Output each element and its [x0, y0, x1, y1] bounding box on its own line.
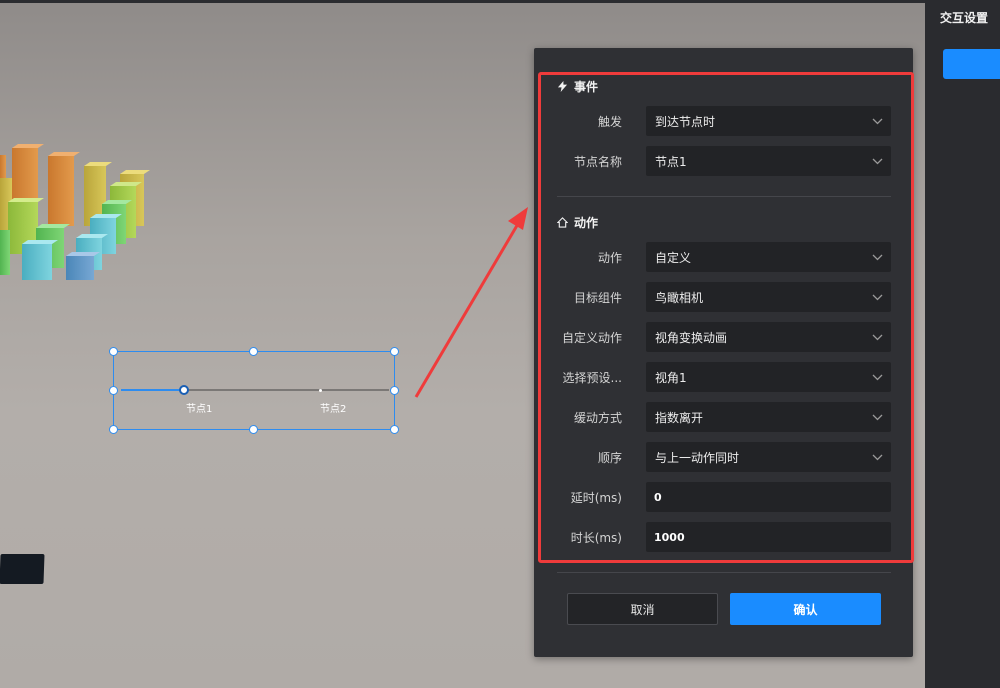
interaction-dialog: 事件 触发 到达节点时 节点名称 节点1 动作 动作 自定义 目标组件 鸟瞰相机… [534, 48, 914, 657]
target-component-select[interactable]: 鸟瞰相机 [646, 282, 891, 312]
section-divider [557, 196, 891, 197]
panel-title: 交互设置 [940, 11, 989, 25]
node-name-value: 节点1 [655, 154, 687, 169]
resize-handle-bottom-right[interactable] [390, 425, 399, 434]
trigger-value: 到达节点时 [655, 114, 716, 129]
top-border [0, 0, 925, 3]
order-select[interactable]: 与上一动作同时 [646, 442, 891, 472]
resize-handle-right[interactable] [390, 386, 399, 395]
easing-select[interactable]: 指数离开 [646, 402, 891, 432]
preset-select[interactable]: 视角1 [646, 362, 891, 392]
resize-handle-top-right[interactable] [390, 347, 399, 356]
timeline-node-1-label: 节点1 [186, 404, 213, 415]
node-name-select[interactable]: 节点1 [646, 146, 891, 176]
target-component-value: 鸟瞰相机 [655, 290, 704, 305]
dark-panel-object [0, 554, 45, 584]
chevron-down-icon [863, 454, 891, 461]
timeline-node-1-marker[interactable] [179, 385, 189, 395]
custom-action-label: 自定义动作 [561, 331, 622, 345]
lightning-icon [557, 81, 568, 92]
trigger-select[interactable]: 到达节点时 [646, 106, 891, 136]
resize-handle-left[interactable] [109, 386, 118, 395]
bar-model-graphic [0, 144, 150, 280]
order-label: 顺序 [597, 451, 622, 465]
event-section-title: 事件 [557, 78, 598, 95]
timeline-node-2-label: 节点2 [320, 404, 347, 415]
resize-handle-top-left[interactable] [109, 347, 118, 356]
confirm-button[interactable]: 确认 [730, 593, 881, 625]
custom-action-value: 视角变换动画 [655, 330, 728, 345]
action-select[interactable]: 自定义 [646, 242, 891, 272]
chevron-down-icon [863, 118, 891, 125]
node-name-label: 节点名称 [573, 155, 622, 169]
duration-input[interactable] [646, 522, 891, 552]
timeline-progress [121, 389, 183, 391]
action-value: 自定义 [655, 250, 692, 265]
delay-label: 延时(ms) [570, 491, 622, 505]
easing-value: 指数离开 [655, 410, 704, 425]
action-label: 动作 [597, 251, 622, 265]
chevron-down-icon [863, 158, 891, 165]
chevron-down-icon [863, 254, 891, 261]
resize-handle-top[interactable] [249, 347, 258, 356]
action-section-label: 动作 [574, 216, 599, 230]
house-icon [557, 217, 568, 228]
footer-divider [557, 572, 891, 573]
event-section-label: 事件 [574, 80, 599, 94]
chevron-down-icon [863, 374, 891, 381]
easing-label: 缓动方式 [573, 411, 622, 425]
chevron-down-icon [863, 414, 891, 421]
annotation-arrow [414, 207, 528, 398]
order-value: 与上一动作同时 [655, 450, 740, 465]
delay-input[interactable] [646, 482, 891, 512]
duration-label: 时长(ms) [570, 531, 622, 545]
cancel-button[interactable]: 取消 [567, 593, 718, 625]
timeline-node-2-marker[interactable] [319, 389, 322, 392]
resize-handle-bottom-left[interactable] [109, 425, 118, 434]
resize-handle-bottom[interactable] [249, 425, 258, 434]
preset-label: 选择预设... [562, 371, 622, 385]
target-component-label: 目标组件 [573, 291, 622, 305]
custom-action-select[interactable]: 视角变换动画 [646, 322, 891, 352]
interaction-settings-panel: 交互设置 [925, 0, 1000, 688]
action-section-title: 动作 [557, 214, 598, 231]
chevron-down-icon [863, 334, 891, 341]
chevron-down-icon [863, 294, 891, 301]
trigger-label: 触发 [597, 115, 622, 129]
add-interaction-button[interactable] [943, 49, 1000, 79]
3d-bar-chart-model[interactable] [0, 130, 160, 290]
preset-value: 视角1 [655, 370, 687, 385]
